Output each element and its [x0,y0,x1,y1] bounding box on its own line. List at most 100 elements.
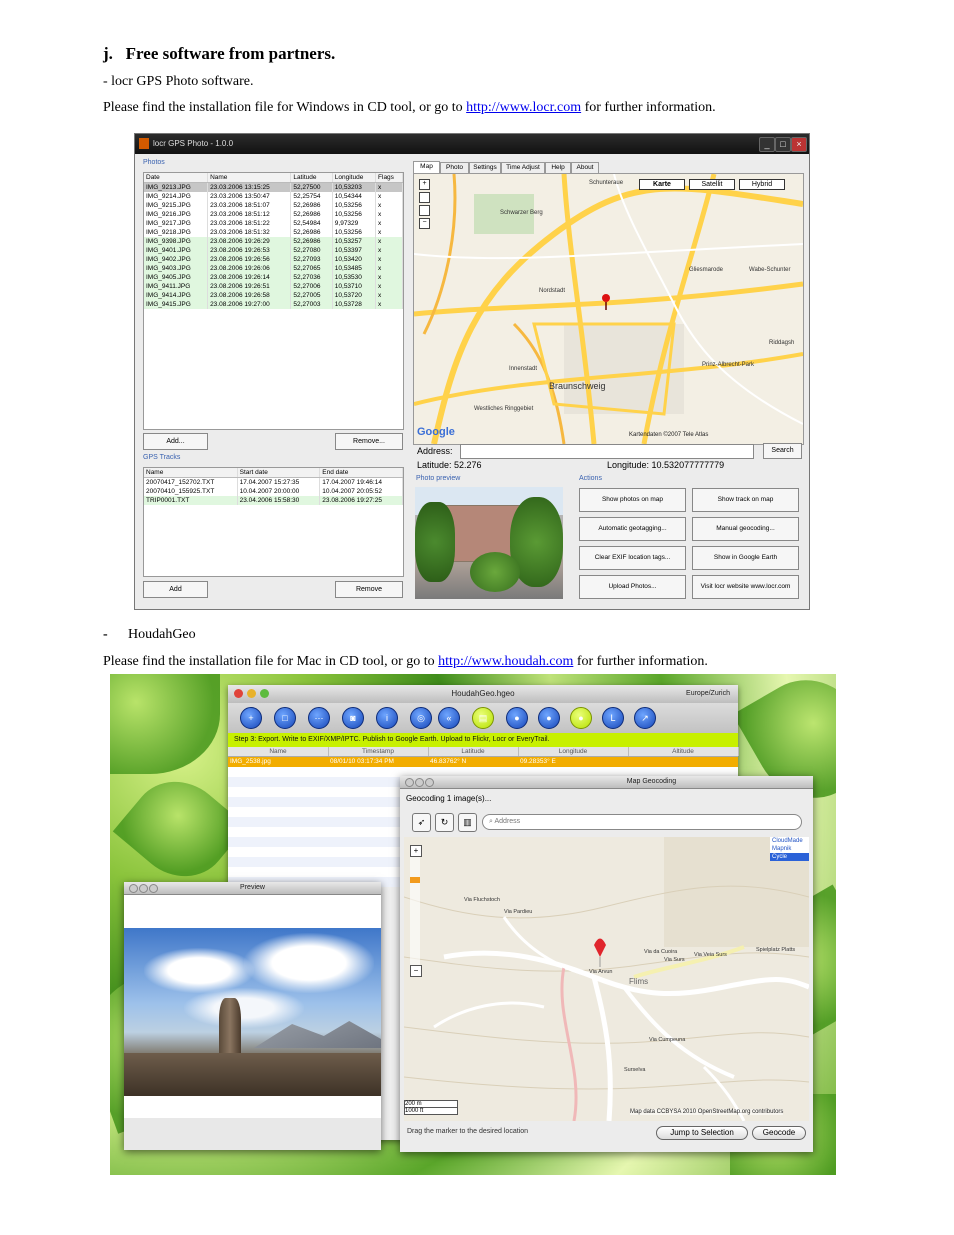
action-button-5[interactable]: Show in Google Earth [692,546,799,570]
map-provider-mapnik[interactable]: Mapnik [770,845,809,853]
table-row[interactable]: IMG_9403.JPG 23.08.2006 19:26:06 52,27065 1… [144,264,403,273]
table-row[interactable]: IMG_9401.JPG 23.08.2006 19:26:53 52,27080 1… [144,246,403,255]
add-folder-icon[interactable]: □ [274,707,296,729]
map-book-icon[interactable]: ▥ [458,813,477,832]
tab-map[interactable]: Map [413,161,440,173]
tracks-list[interactable]: Name Start date End date 20070417_152702.T… [143,467,404,577]
table-row[interactable]: IMG_9214.JPG 23.03.2006 13:50:47 52,25754 1… [144,192,403,201]
column-header[interactable]: Name [228,747,329,756]
remove-photo-button[interactable]: Remove... [335,433,403,450]
minimize-icon[interactable]: _ [759,137,775,152]
minimize-icon[interactable] [247,689,256,698]
map-provider-cycle[interactable]: Cycle [770,853,809,861]
back-icon[interactable]: « [438,707,460,729]
add-photo-button[interactable]: Add... [143,433,208,450]
table-row[interactable]: IMG_9414.JPG 23.08.2006 19:26:58 52,27005 1… [144,291,403,300]
table-cell: IMG_9216.JPG [144,210,209,219]
add-images-icon[interactable]: + [240,707,262,729]
geocode-button[interactable]: Geocode [752,1126,806,1140]
action-button-1[interactable]: Show track on map [692,488,799,512]
action-button-0[interactable]: Show photos on map [579,488,686,512]
table-row[interactable]: IMG_9217.JPG 23.03.2006 18:51:22 52,54984 9… [144,219,403,228]
action-button-7[interactable]: Visit locr website www.locr.com [692,575,799,599]
info-icon[interactable]: i [376,707,398,729]
geocode-icon[interactable]: ◎ [410,707,432,729]
search-button[interactable]: Search [763,443,802,459]
pin-icon[interactable]: ➶ [412,813,431,832]
table-cell: 10,53203 [332,182,377,192]
table-row[interactable]: IMG_9216.JPG 23.03.2006 18:51:12 52,26986 1… [144,210,403,219]
houdah-link[interactable]: http://www.houdah.com [438,654,573,669]
google-earth-icon[interactable]: ● [506,707,528,729]
table-cell: 23.03.2006 18:51:22 [207,219,292,228]
table-row[interactable]: IMG_9415.JPG 23.08.2006 19:27:00 52,27003 1… [144,300,403,309]
column-header[interactable]: Latitude [290,173,333,183]
table-row[interactable]: IMG_9215.JPG 23.03.2006 18:51:07 52,26986 1… [144,201,403,210]
photos-list[interactable]: Date Name Latitude Longitude Flags IMG_9213.… [143,172,404,430]
export-exif-icon[interactable]: ▤ [472,707,494,729]
add-track-button[interactable]: Add [143,581,208,598]
osm-zoom-slider[interactable]: + − [410,845,422,977]
table-cell: x [375,219,403,228]
refresh-icon[interactable]: ↻ [435,813,454,832]
map-type-0[interactable]: Karte [639,179,685,190]
table-row[interactable]: IMG_9411.JPG 23.08.2006 19:26:51 52,27006 1… [144,282,403,291]
map-type-1[interactable]: Satellit [689,179,735,190]
tab-photo[interactable]: Photo [440,162,469,173]
map-label: Surselva [624,1067,646,1073]
timezone-select[interactable]: Europe/Zurich [686,685,730,703]
table-row[interactable]: IMG_2538.jpg 08/01/10 03:17:34 PM 46.83762… [228,757,738,767]
google-logo: Google [417,426,455,438]
column-header[interactable]: Latitude [428,747,519,756]
table-row[interactable]: IMG_9218.JPG 23.03.2006 18:51:32 52,26986 1… [144,228,403,237]
remove-track-button[interactable]: Remove [335,581,403,598]
map-provider-cloudmade[interactable]: CloudMade [770,837,809,845]
table-cell: x [375,182,403,192]
table-row[interactable]: IMG_9213.JPG 23.03.2006 13:15:25 52,27500 1… [144,182,403,192]
flickr-icon[interactable]: ● [538,707,560,729]
picasa-icon[interactable]: ● [570,707,592,729]
locr-upload-icon[interactable]: L [602,707,624,729]
tab-time-adjust[interactable]: Time Adjust [501,162,545,173]
table-row[interactable]: 20070410_155925.TXT 10.04.2007 20:00:00 10… [144,487,403,496]
address-input[interactable] [460,444,754,459]
table-row[interactable]: IMG_9405.JPG 23.08.2006 19:26:14 52,27036 1… [144,273,403,282]
action-button-6[interactable]: Upload Photos... [579,575,686,599]
close-icon[interactable] [234,689,243,698]
zoom-icon[interactable] [260,689,269,698]
map-zoom-control[interactable]: + − [419,179,430,235]
column-header[interactable]: Name [144,468,238,478]
map-type-2[interactable]: Hybrid [739,179,785,190]
locr-link[interactable]: http://www.locr.com [466,100,581,115]
maximize-icon[interactable]: □ [775,137,791,152]
preview-titlebar: Preview [124,882,381,895]
column-header[interactable]: End date [319,468,403,478]
address-search-input[interactable]: ⌕ Address [482,814,802,830]
column-header[interactable]: Date [144,173,209,183]
action-button-3[interactable]: Manual geocoding... [692,517,799,541]
osm-map[interactable]: + − CloudMade Mapnik Cycle Via Fluchstoch V… [404,837,809,1121]
close-icon[interactable]: × [791,137,807,152]
table-cell: 52,26986 [290,228,333,237]
tab-help[interactable]: Help [545,162,571,173]
table-row[interactable]: IMG_9402.JPG 23.08.2006 19:26:56 52,27093 1… [144,255,403,264]
gps-track-icon[interactable]: ⋯ [308,707,330,729]
everytrail-icon[interactable]: ↗ [634,707,656,729]
tab-settings[interactable]: Settings [469,162,501,173]
column-header[interactable]: Flags [375,173,403,183]
table-row[interactable]: TRIP0001.TXT 23.04.2006 15:58:30 23.08.200… [144,496,403,505]
column-header[interactable]: Timestamp [328,747,429,756]
table-row[interactable]: 20070417_152702.TXT 17.04.2007 15:27:35 17… [144,477,403,487]
table-row[interactable]: IMG_9398.JPG 23.08.2006 19:26:29 52,26986 1… [144,237,403,246]
column-header[interactable]: Longitude [332,173,377,183]
action-button-4[interactable]: Clear EXIF location tags... [579,546,686,570]
column-header[interactable]: Altitude [628,747,739,756]
jump-to-selection-button[interactable]: Jump to Selection [656,1126,748,1140]
camera-icon[interactable]: ◙ [342,707,364,729]
tab-about[interactable]: About [571,162,599,173]
column-header[interactable]: Name [207,173,292,183]
locr-map[interactable]: + − Karte Satellit Hybrid Schunteraue Schwa… [413,173,804,445]
column-header[interactable]: Start date [237,468,321,478]
action-button-2[interactable]: Automatic geotagging... [579,517,686,541]
column-header[interactable]: Longitude [518,747,629,756]
